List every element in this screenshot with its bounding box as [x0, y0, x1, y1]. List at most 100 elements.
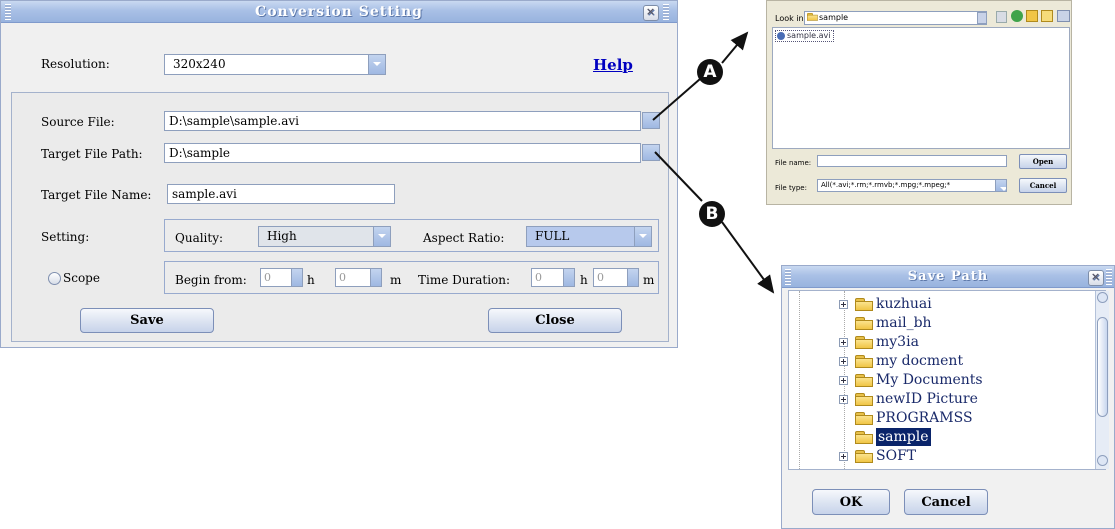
tree-folder-item[interactable]: mail_bh — [789, 314, 1089, 333]
resolution-value: 320x240 — [173, 57, 226, 71]
arrow-a-to-open-dialog — [721, 31, 749, 64]
expand-plus-icon[interactable] — [839, 395, 848, 404]
tree-folder-item[interactable]: newID Picture — [789, 390, 1089, 409]
look-in-value: sample — [819, 13, 849, 22]
folder-icon — [855, 393, 873, 406]
file-list-pane[interactable]: sample.avi — [772, 27, 1070, 149]
back-icon[interactable] — [996, 11, 1007, 23]
begin-minutes-value: 0 — [339, 271, 346, 284]
tree-folder-label: mail_bh — [876, 315, 932, 331]
target-path-input[interactable]: D:\sample — [164, 143, 641, 163]
duration-minutes-stepper[interactable]: 0 — [593, 268, 639, 287]
close-icon[interactable]: × — [643, 5, 659, 21]
begin-hours-unit: h — [307, 273, 315, 287]
cancel-button[interactable]: Cancel — [904, 489, 988, 515]
folder-icon — [855, 336, 873, 349]
callout-a-badge: A — [697, 59, 723, 85]
tree-folder-item[interactable]: PROGRAMSS — [789, 409, 1089, 428]
file-list-item[interactable]: sample.avi — [775, 30, 834, 42]
stepper-arrows-icon[interactable] — [370, 269, 381, 286]
new-folder-icon[interactable] — [1041, 10, 1053, 22]
begin-hours-value: 0 — [264, 271, 271, 284]
target-browse-button[interactable] — [642, 144, 660, 161]
conversion-setting-dialog: Conversion Setting × Resolution: 320x240… — [0, 0, 678, 348]
quality-select[interactable]: High — [258, 226, 391, 247]
source-file-input[interactable]: D:\sample\sample.avi — [164, 111, 641, 131]
folder-icon — [855, 317, 873, 330]
view-menu-icon[interactable] — [1057, 10, 1070, 22]
stepper-arrows-icon[interactable] — [291, 269, 302, 286]
expand-plus-icon[interactable] — [839, 357, 848, 366]
file-type-select[interactable]: All(*.avi;*.rm;*.rmvb;*.mpg;*.mpeg;* — [817, 179, 1007, 192]
stepper-arrows-icon[interactable] — [563, 269, 574, 286]
file-name-label: File name: — [775, 159, 812, 167]
stepper-arrows-icon[interactable] — [627, 269, 638, 286]
tree-scrollbar[interactable] — [1095, 291, 1109, 469]
chevron-down-icon[interactable] — [373, 227, 390, 246]
cancel-button[interactable]: Cancel — [1019, 178, 1067, 193]
tree-folder-item[interactable]: kuzhuai — [789, 295, 1089, 314]
chevron-down-icon[interactable] — [368, 55, 385, 74]
tree-folder-label: My Documents — [876, 372, 983, 388]
titlebar-grip-icon-right — [1106, 269, 1112, 285]
chevron-down-icon[interactable] — [995, 180, 1006, 191]
scope-checkbox[interactable] — [48, 272, 61, 285]
scrollbar-thumb[interactable] — [1097, 317, 1108, 417]
begin-minutes-stepper[interactable]: 0 — [335, 268, 382, 287]
open-file-dialog: Look in: sample sample.avi File name: Op… — [766, 0, 1072, 205]
setting-group: Quality: High Aspect Ratio: FULL — [164, 219, 659, 252]
look-in-select[interactable]: sample — [804, 11, 987, 25]
chevron-down-icon[interactable] — [634, 227, 651, 246]
tree-folder-label: SOFT — [876, 448, 917, 464]
tree-folder-item[interactable]: SOFT — [789, 447, 1089, 466]
folder-icon — [855, 355, 873, 368]
save-button[interactable]: Save — [80, 308, 214, 333]
close-icon[interactable]: × — [1088, 270, 1104, 286]
tree-folder-label: sample — [876, 428, 931, 446]
tree-partial-row — [839, 469, 1079, 470]
target-name-label: Target File Name: — [41, 188, 152, 202]
refresh-icon[interactable] — [1011, 10, 1023, 22]
scope-label: Scope — [63, 271, 100, 285]
aspect-ratio-select[interactable]: FULL — [526, 226, 652, 247]
folder-tree[interactable]: kuzhuai mail_bh my3ia my docment My Document… — [788, 290, 1106, 470]
folder-icon — [807, 13, 818, 21]
tree-folder-item[interactable]: My Documents — [789, 371, 1089, 390]
duration-hours-stepper[interactable]: 0 — [531, 268, 575, 287]
save-path-dialog: Save Path × kuzhuai mail_bh my3ia my docmen… — [781, 265, 1115, 529]
tree-folder-label: my3ia — [876, 334, 919, 350]
dialog-titlebar[interactable]: Conversion Setting × — [1, 1, 677, 23]
duration-minutes-value: 0 — [597, 271, 604, 284]
help-link[interactable]: Help — [593, 56, 633, 74]
target-name-input[interactable]: sample.avi — [167, 184, 395, 204]
begin-from-label: Begin from: — [175, 273, 247, 287]
look-in-label: Look in: — [775, 14, 807, 23]
scroll-down-icon[interactable] — [1097, 455, 1108, 466]
look-in-dropdown-icon[interactable] — [977, 12, 987, 24]
scroll-up-icon[interactable] — [1097, 292, 1108, 303]
open-button[interactable]: Open — [1019, 154, 1067, 169]
begin-minutes-unit: m — [390, 273, 402, 287]
file-name-input[interactable] — [817, 155, 1007, 167]
file-type-label: File type: — [775, 184, 807, 192]
folder-icon — [855, 450, 873, 463]
source-browse-button[interactable] — [642, 112, 660, 129]
save-path-titlebar[interactable]: Save Path × — [782, 266, 1114, 288]
expand-plus-icon[interactable] — [839, 452, 848, 461]
begin-hours-stepper[interactable]: 0 — [260, 268, 303, 287]
callout-b-badge: B — [699, 201, 725, 227]
tree-folder-item[interactable]: sample — [789, 428, 1089, 447]
tree-folder-item[interactable]: my docment — [789, 352, 1089, 371]
expand-plus-icon[interactable] — [839, 300, 848, 309]
arrow-b-to-save-path — [721, 221, 775, 294]
folder-icon — [855, 412, 873, 425]
folder-icon — [855, 374, 873, 387]
up-folder-icon[interactable] — [1026, 10, 1038, 22]
expand-plus-icon[interactable] — [839, 338, 848, 347]
close-button[interactable]: Close — [488, 308, 622, 333]
resolution-select[interactable]: 320x240 — [164, 54, 386, 75]
ok-button[interactable]: OK — [812, 489, 890, 515]
tree-folder-item[interactable]: my3ia — [789, 333, 1089, 352]
expand-plus-icon[interactable] — [839, 376, 848, 385]
resolution-label: Resolution: — [41, 57, 110, 71]
